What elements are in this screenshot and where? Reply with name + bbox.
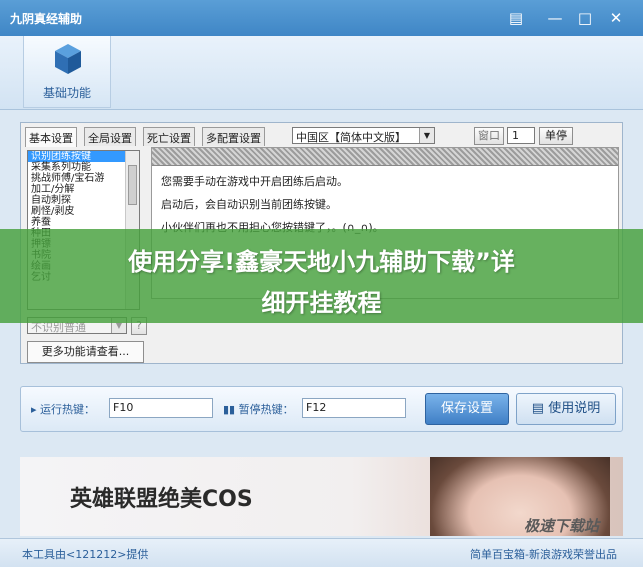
list-item[interactable]: 刷怪/剥皮 [28, 206, 139, 217]
list-item[interactable]: 养蚕 [28, 217, 139, 228]
tab-basic-settings[interactable]: 基本设置 [25, 127, 77, 147]
basic-functions-label: 基础功能 [42, 86, 91, 100]
pause-icon: ▮▮ [223, 403, 239, 416]
pause-hotkey-input[interactable]: F12 [302, 398, 406, 418]
ad-text: 英雄联盟绝美COS [70, 487, 253, 512]
description-header [152, 148, 618, 166]
window-title: 九阴真经辅助 [10, 12, 83, 26]
list-item[interactable]: 挑战师傅/宝石游 [28, 173, 139, 184]
toolbar: 基础功能 [0, 36, 643, 110]
pause-hotkey-label: ▮▮ 暂停热键： [223, 403, 294, 416]
server-select-value: 中国区【简体中文版】 [296, 131, 406, 144]
save-settings-button[interactable]: 保存设置 [425, 393, 509, 425]
minimize-icon[interactable]: — [545, 8, 565, 28]
cube-icon [55, 44, 81, 74]
run-hotkey-input[interactable]: F10 [109, 398, 213, 418]
server-select[interactable]: 中国区【简体中文版】 ▼ [292, 127, 435, 144]
description-line-2: 启动后，会自动识别当前团练按键。 [161, 198, 337, 211]
status-left: 本工具由<121212>提供 [22, 548, 149, 561]
watermark: 极速下载站 [524, 517, 600, 535]
caption-overlay: 使用分享!鑫豪天地小九辅助下载”详 细开挂教程 [0, 229, 643, 323]
chevron-down-icon: ▼ [419, 128, 434, 143]
list-item[interactable]: 采集系列功能 [28, 162, 139, 173]
single-stop-button[interactable]: 单停 [539, 127, 573, 145]
scrollbar-thumb[interactable] [128, 165, 137, 205]
list-item[interactable]: 自动刺探 [28, 195, 139, 206]
hotkey-bar: ▸ 运行热键： F10 ▮▮ 暂停热键： F12 保存设置 ▤ 使用说明 [20, 386, 623, 432]
feedback-icon[interactable]: ▤ [506, 8, 526, 28]
maximize-icon[interactable]: □ [575, 8, 595, 28]
basic-functions-button[interactable]: 基础功能 [23, 36, 111, 108]
window-counter-input[interactable]: 1 [507, 127, 535, 144]
caption-line-1: 使用分享!鑫豪天地小九辅助下载”详 [128, 248, 515, 276]
play-icon: ▸ [31, 403, 41, 416]
list-item[interactable]: 加工/分解 [28, 184, 139, 195]
help-instructions-button[interactable]: ▤ 使用说明 [516, 393, 616, 425]
window-counter-label: 窗口 [474, 127, 504, 145]
description-line-1: 您需要手动在游戏中开启团练后启动。 [161, 175, 348, 188]
title-bar: 九阴真经辅助 ▤ — □ ✕ [0, 0, 643, 36]
caption-line-2: 细开挂教程 [261, 289, 382, 317]
tab-death-settings[interactable]: 死亡设置 [143, 127, 195, 146]
run-hotkey-label: ▸ 运行热键： [31, 403, 96, 416]
tab-global-settings[interactable]: 全局设置 [84, 127, 136, 146]
status-right[interactable]: 简单百宝箱-新浪游戏荣誉出品 [470, 546, 617, 562]
close-icon[interactable]: ✕ [606, 8, 626, 28]
more-functions-button[interactable]: 更多功能请查看... [27, 341, 144, 363]
document-icon: ▤ [531, 401, 549, 416]
status-bar: 本工具由<121212>提供 简单百宝箱-新浪游戏荣誉出品 [0, 538, 643, 567]
list-item[interactable]: 识别团练按键 [28, 151, 139, 162]
tab-multi-config-settings[interactable]: 多配置设置 [202, 127, 265, 146]
